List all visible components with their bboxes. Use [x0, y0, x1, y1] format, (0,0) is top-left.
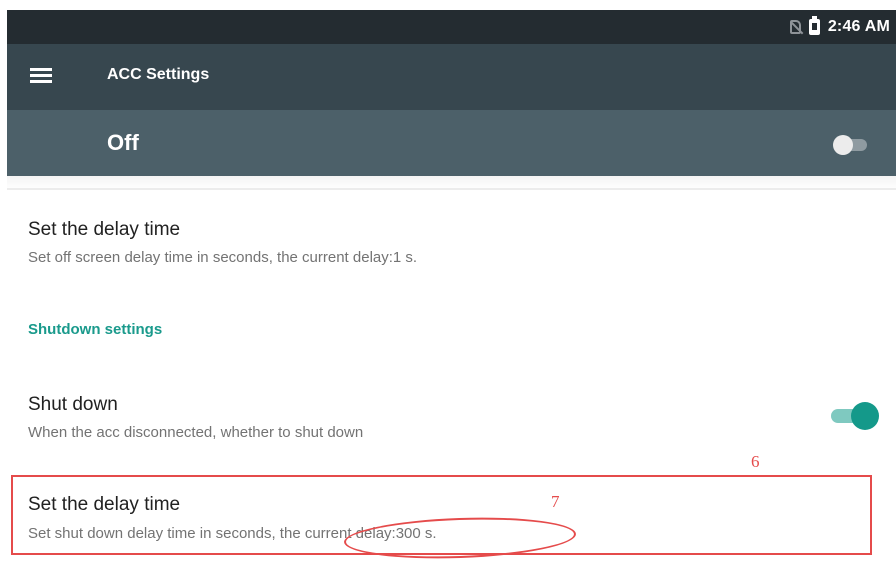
status-icons: 2:46 AM — [789, 10, 890, 44]
battery-icon — [808, 16, 820, 35]
no-sim-icon — [789, 20, 801, 34]
app-toolbar: ACC Settings — [7, 44, 896, 110]
acc-settings-screen: 2:46 AM ACC Settings Off Set the delay t… — [0, 0, 896, 564]
list-divider — [7, 188, 896, 190]
toolbar-title: ACC Settings — [107, 66, 210, 83]
menu-icon[interactable] — [30, 68, 52, 84]
pref-shut-down-title: Shut down — [28, 394, 118, 415]
annotation-label-box: 6 — [751, 452, 760, 471]
status-clock: 2:46 AM — [827, 18, 890, 35]
master-switch-label: Off — [107, 130, 139, 155]
shut-down-toggle-thumb — [851, 402, 879, 430]
pref-screen-delay-title: Set the delay time — [28, 219, 181, 240]
annotation-label-ellipse: 7 — [551, 492, 560, 511]
pref-screen-delay-summary: Set off screen delay time in seconds, th… — [28, 249, 418, 266]
category-shutdown-settings: Shutdown settings — [28, 321, 163, 338]
pref-shut-down-summary: When the acc disconnected, whether to sh… — [28, 424, 364, 441]
master-toggle-switch[interactable] — [833, 134, 867, 155]
status-bar: 2:46 AM — [7, 10, 896, 44]
pref-shut-down[interactable] — [7, 380, 896, 464]
master-toggle-thumb — [833, 135, 853, 155]
master-switch-bar[interactable]: Off — [7, 110, 896, 176]
shut-down-toggle-switch[interactable] — [831, 402, 879, 430]
pref-screen-delay[interactable] — [7, 200, 896, 290]
